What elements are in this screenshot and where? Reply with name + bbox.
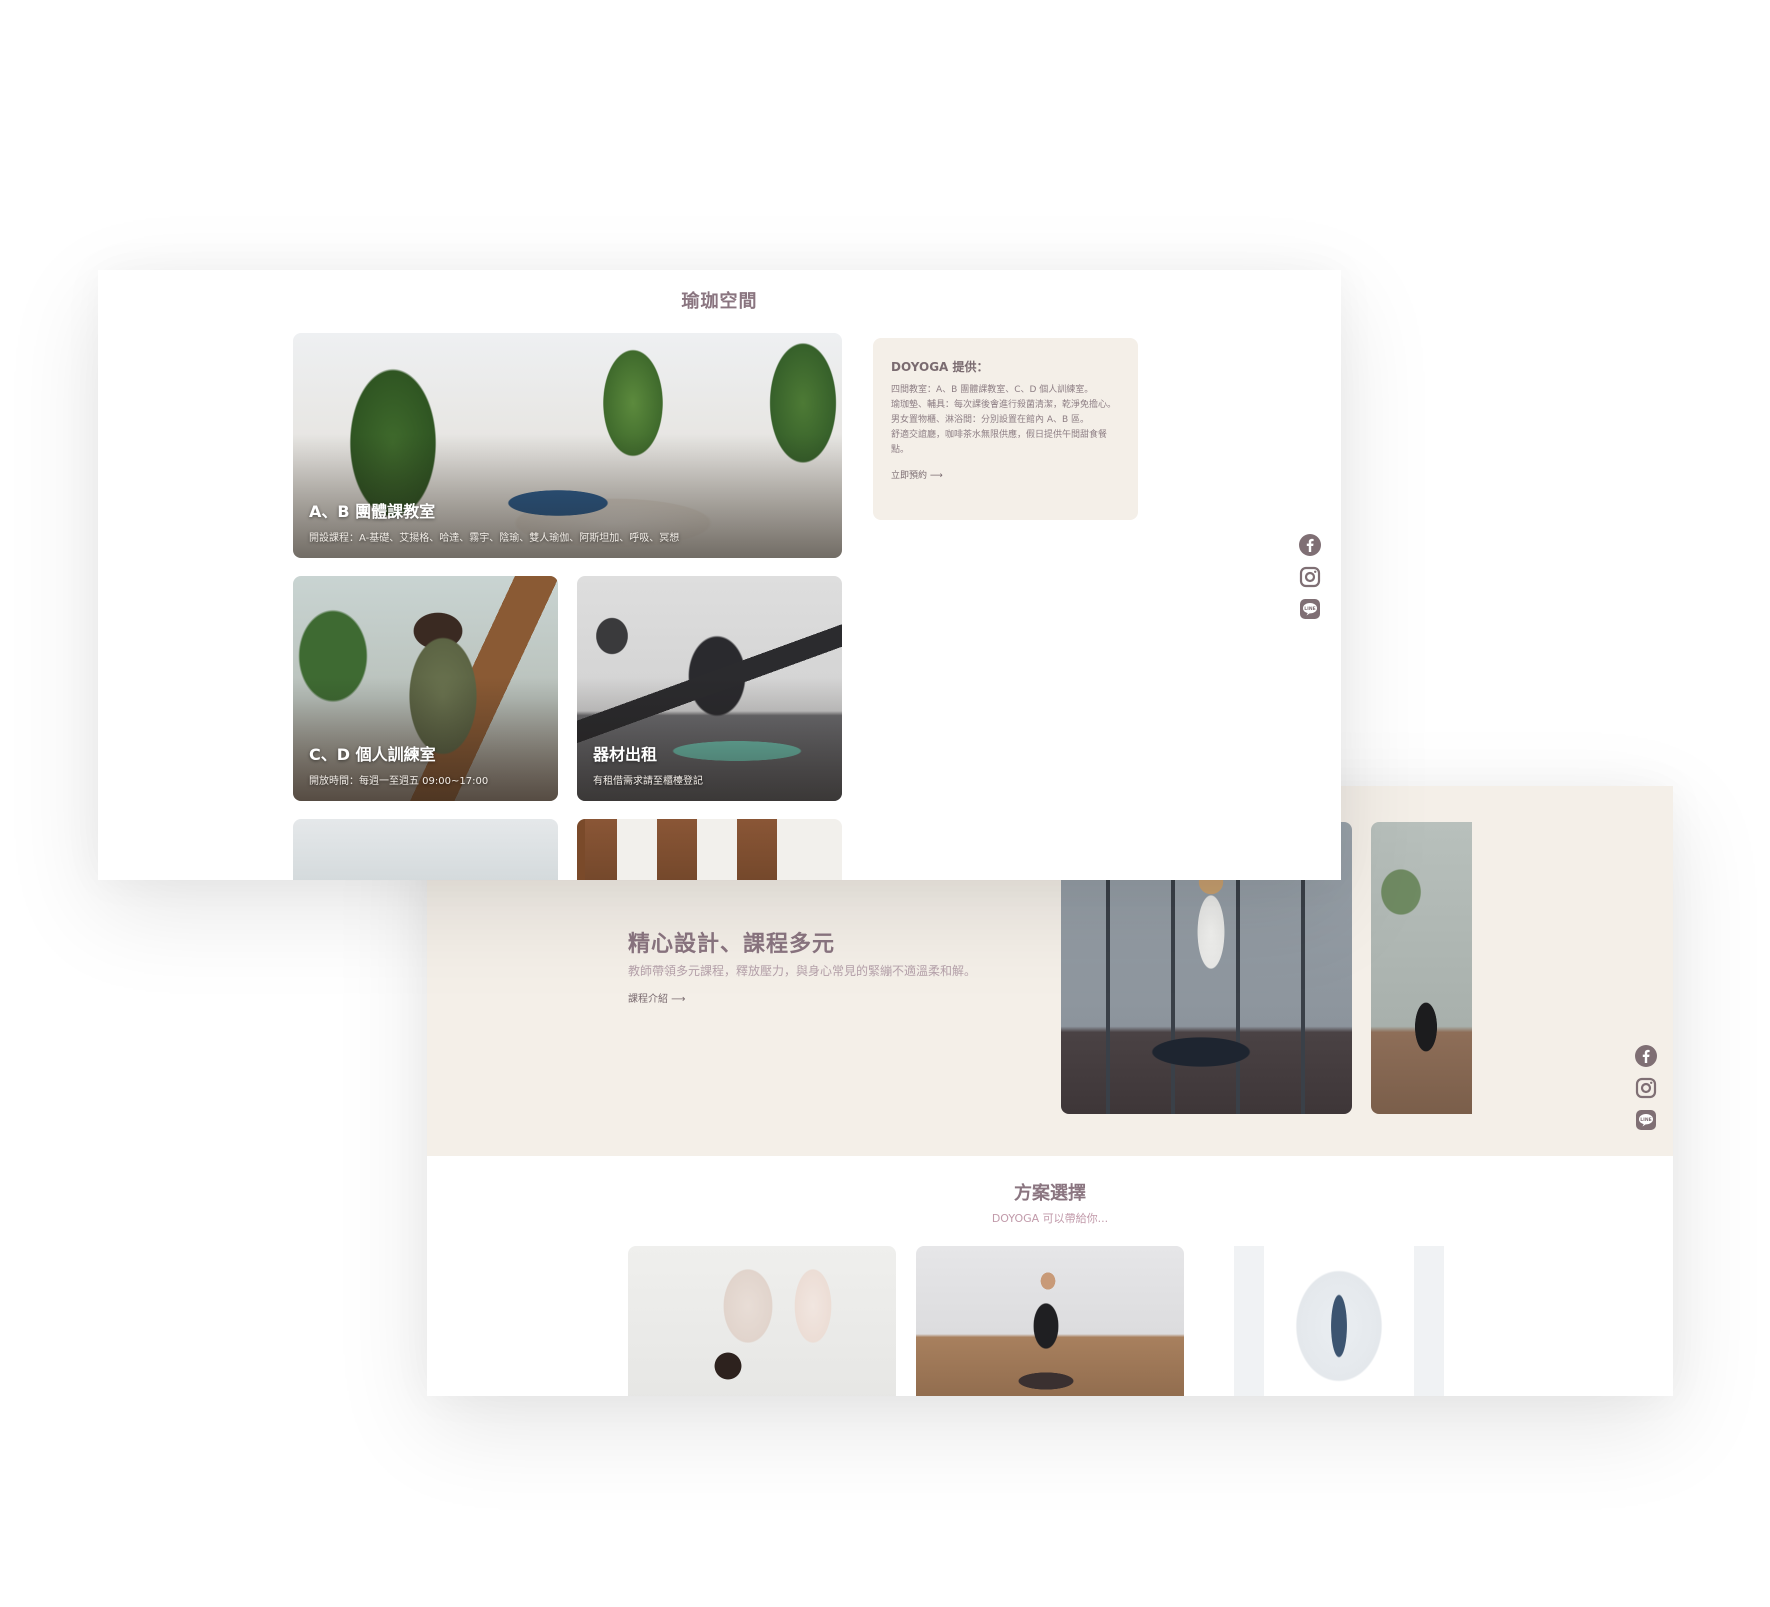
social-links: LINE [1634,1044,1658,1132]
card-equipment-rental[interactable]: 器材出租 有租借需求請至櫃檯登記 [577,576,842,801]
info-line: 四間教室：A、B 團體課教室、C、D 個人訓練室。 [891,385,1094,395]
plan-card[interactable] [628,1246,896,1396]
card-personal-training[interactable]: C、D 個人訓練室 開放時間：每週一至週五 09:00~17:00 [293,576,558,801]
plan-subtitle: DOYOGA 可以帶給你... [991,1212,1109,1225]
card-title: A、B 團體課教室 [309,502,436,521]
card-title: C、D 個人訓練室 [309,745,436,764]
card-peek[interactable] [293,819,558,880]
facebook-icon[interactable] [1298,533,1322,557]
card-subtitle: 開放時間：每週一至週五 09:00~17:00 [309,776,489,787]
info-line: 瑜珈墊、輔具：每次課後會進行殺菌清潔，乾淨免擔心。 [891,400,1117,410]
info-box: DOYOGA 提供： 四間教室：A、B 團體課教室、C、D 個人訓練室。 瑜珈墊… [873,338,1138,520]
yoga-space-window: 瑜珈空間 A、B 團體課教室 開設課程：A-基礎、艾揚格、哈達、霧宇、陰瑜、雙人… [98,270,1341,880]
plan-card[interactable] [916,1246,1184,1396]
svg-text:LINE: LINE [1304,606,1315,612]
line-icon[interactable]: LINE [1298,597,1322,621]
course-description: 教師帶領多元課程，釋放壓力，與身心常見的緊繃不適溫柔和解。 [628,964,977,978]
card-peek[interactable] [577,819,842,880]
info-line: 男女置物櫃、淋浴間：分別設置在館內 A、B 區。 [891,415,1090,425]
card-group-classroom[interactable]: A、B 團體課教室 開設課程：A-基礎、艾揚格、哈達、霧宇、陰瑜、雙人瑜伽、阿斯… [293,333,842,558]
plan-title: 方案選擇 [1014,1183,1086,1204]
instagram-icon[interactable] [1298,565,1322,589]
line-icon[interactable]: LINE [1634,1108,1658,1132]
card-subtitle: 開設課程：A-基礎、艾揚格、哈達、霧宇、陰瑜、雙人瑜伽、阿斯坦加、呼吸、冥想 [309,533,680,544]
course-title: 精心設計、課程多元 [628,932,836,957]
card-title: 器材出租 [593,745,658,764]
plan-card[interactable] [1204,1246,1472,1396]
card-subtitle: 有租借需求請至櫃檯登記 [593,776,703,787]
book-now-link[interactable]: 立即預約 ⟶ [891,468,1120,481]
course-photo-next[interactable] [1371,822,1472,1114]
section-title-yoga-space: 瑜珈空間 [681,291,758,312]
facebook-icon[interactable] [1634,1044,1658,1068]
svg-text:LINE: LINE [1640,1117,1651,1123]
info-title: DOYOGA 提供： [891,360,989,374]
info-line: 舒適交誼廳，咖啡茶水無限供應，假日提供午間甜食餐點。 [891,430,1108,455]
course-intro-link[interactable]: 課程介紹 ⟶ [628,990,686,1005]
social-links: LINE [1298,533,1322,621]
instagram-icon[interactable] [1634,1076,1658,1100]
